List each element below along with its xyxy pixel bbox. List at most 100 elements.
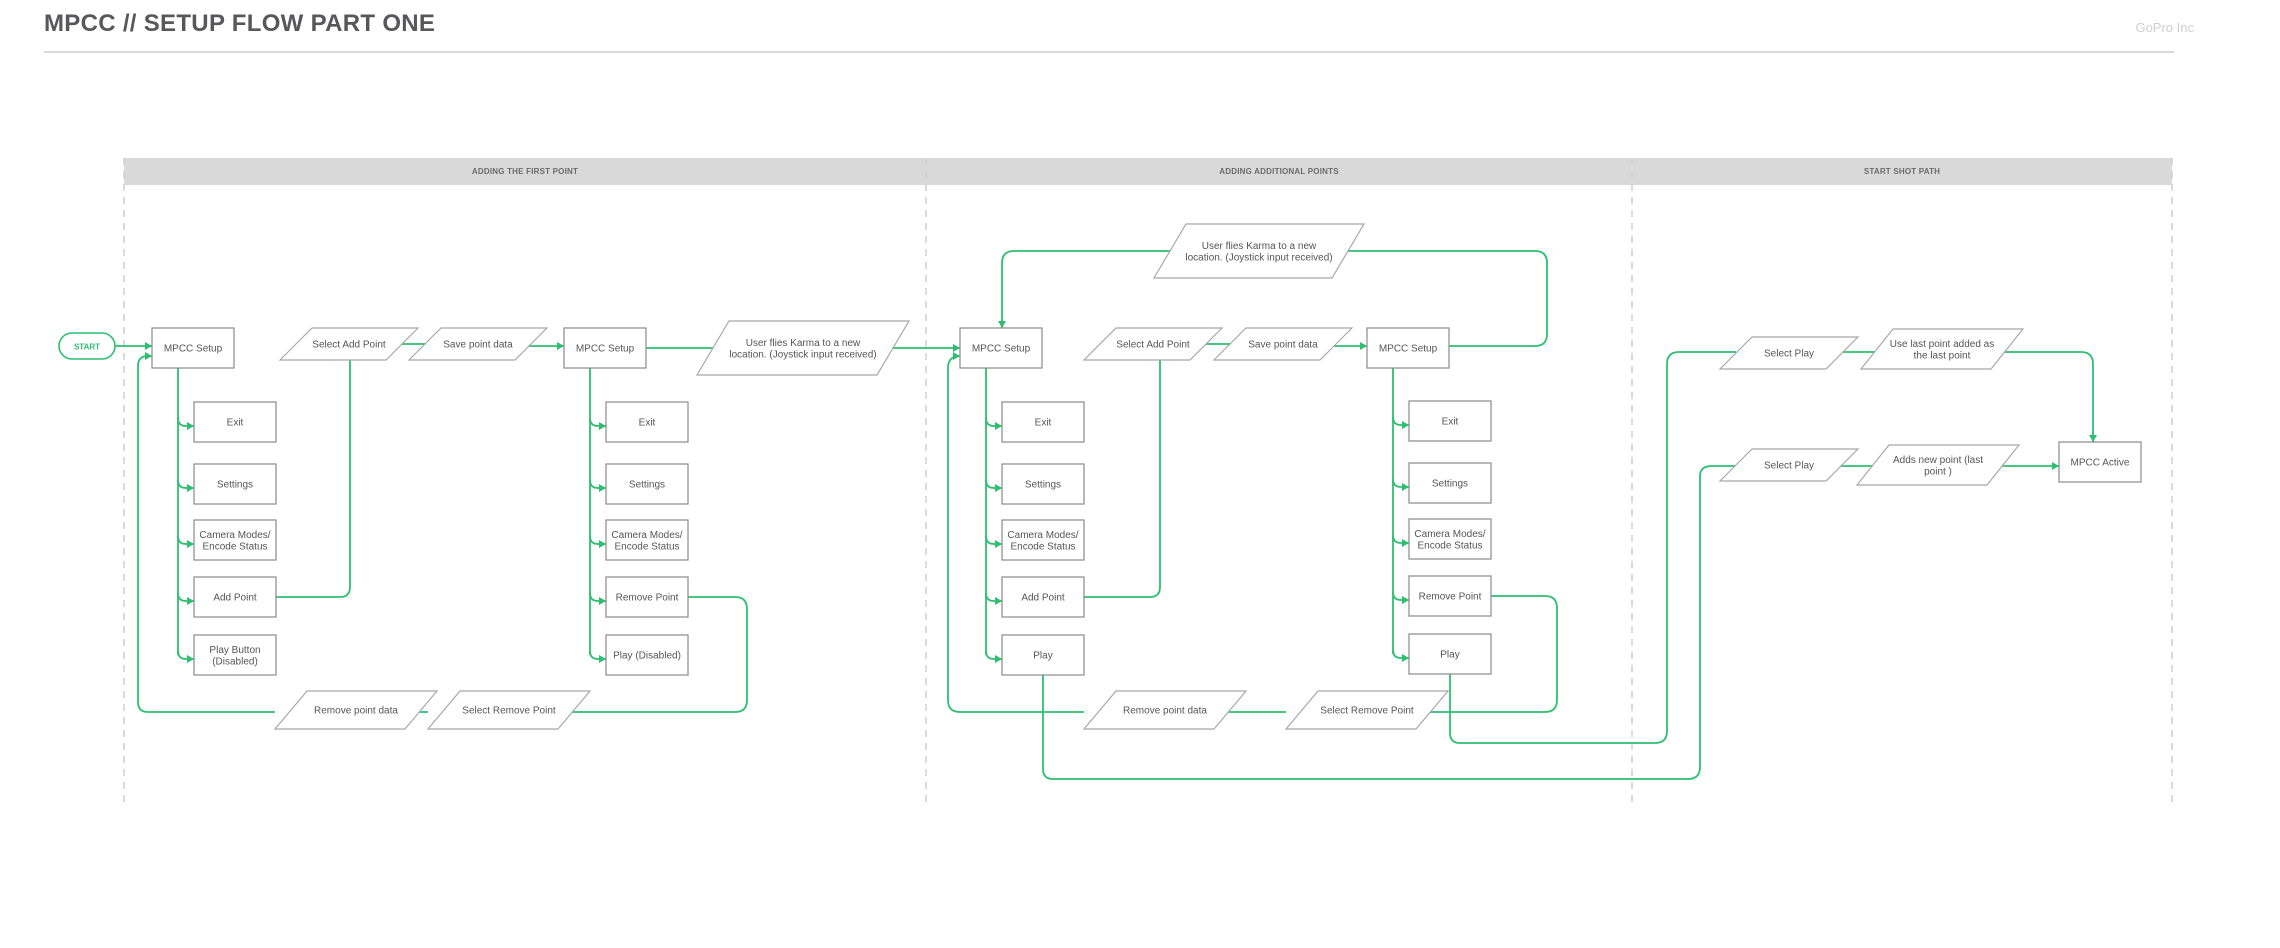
- arrow-head: [1402, 539, 1409, 547]
- arrow-head: [145, 352, 152, 360]
- node-label: location. (Joystick input received): [729, 349, 876, 360]
- node-label: Save point data: [443, 340, 513, 351]
- arrow-head: [599, 655, 606, 663]
- node-label: Camera Modes/: [611, 530, 682, 541]
- node-c-remove-data: Remove point data: [1082, 690, 1248, 730]
- connector-line: [1989, 351, 2094, 442]
- node-label: Settings: [629, 480, 665, 491]
- node-a-remove-data: Remove point data: [273, 690, 439, 730]
- arrow-head: [953, 352, 960, 360]
- node-b-settings: Settings: [605, 463, 689, 505]
- node-label: Save point data: [1248, 340, 1318, 351]
- arrow-head: [995, 540, 1002, 548]
- node-c-camera: Camera Modes/Encode Status: [1001, 519, 1085, 561]
- connector-line: [1084, 360, 1161, 598]
- node-e-use-last: Use last point added asthe last point: [1859, 328, 2025, 370]
- arrow-head: [599, 484, 606, 492]
- arrow-head: [2089, 435, 2097, 442]
- node-label: Play: [1033, 651, 1052, 662]
- arrow-head: [187, 597, 194, 605]
- arrow-head: [1360, 342, 1367, 350]
- node-label: Remove Point: [616, 593, 679, 604]
- node-label: Settings: [217, 480, 253, 491]
- node-label: Select Remove Point: [1320, 706, 1414, 717]
- arrow-head: [998, 321, 1006, 328]
- node-label: Select Add Point: [312, 340, 386, 351]
- node-label: User flies Karma to a new: [1202, 241, 1317, 252]
- node-b-camera: Camera Modes/Encode Status: [605, 519, 689, 561]
- node-label: Play (Disabled): [613, 651, 681, 662]
- arrow-head: [995, 484, 1002, 492]
- node-a-add: Add Point: [193, 576, 277, 618]
- node-label: MPCC Setup: [972, 344, 1031, 355]
- node-c-save: Save point data: [1212, 327, 1354, 361]
- node-label: Encode Status: [614, 541, 679, 552]
- node-c-add: Add Point: [1001, 576, 1085, 618]
- node-d-setup: MPCC Setup: [1366, 327, 1450, 369]
- arrow-head: [995, 422, 1002, 430]
- node-label: location. (Joystick input received): [1185, 252, 1332, 263]
- node-d-settings: Settings: [1408, 462, 1492, 504]
- node-label: MPCC Setup: [576, 344, 635, 355]
- arrow-head: [995, 597, 1002, 605]
- connector-line: [1449, 351, 1736, 744]
- node-c-sel-add: Select Add Point: [1082, 327, 1224, 361]
- node-c-settings: Settings: [1001, 463, 1085, 505]
- node-label: the last point: [1914, 350, 1971, 361]
- node-c-play: Play: [1001, 634, 1085, 676]
- connector-line: [1001, 250, 1182, 328]
- node-label: Select Add Point: [1116, 340, 1190, 351]
- node-c-exit: Exit: [1001, 401, 1085, 443]
- node-label: Settings: [1025, 480, 1061, 491]
- node-d-play: Play: [1408, 633, 1492, 675]
- node-a-save: Save point data: [407, 327, 549, 361]
- arrow-head: [187, 540, 194, 548]
- node-label: Play: [1440, 650, 1459, 661]
- node-start: START: [58, 332, 116, 360]
- node-label: MPCC Setup: [1379, 344, 1438, 355]
- arrow-head: [557, 342, 564, 350]
- node-label: Camera Modes/: [199, 530, 270, 541]
- node-label: Remove Point: [1419, 592, 1482, 603]
- node-e-sel-play2: Select Play: [1718, 448, 1860, 482]
- node-c-setup: MPCC Setup: [959, 327, 1043, 369]
- node-e-adds-new: Adds new point (lastpoint ): [1855, 444, 2021, 486]
- arrow-head: [599, 597, 606, 605]
- node-d-exit: Exit: [1408, 400, 1492, 442]
- node-label: Camera Modes/: [1007, 530, 1078, 541]
- node-label: Exit: [1035, 418, 1052, 429]
- node-a-sel-add: Select Add Point: [278, 327, 420, 361]
- node-label: Exit: [639, 418, 656, 429]
- node-label: START: [74, 343, 100, 352]
- arrow-head: [599, 540, 606, 548]
- arrow-head: [1402, 421, 1409, 429]
- node-label: MPCC Setup: [164, 344, 223, 355]
- arrow-head: [1402, 596, 1409, 604]
- node-b-flies: User flies Karma to a newlocation. (Joys…: [695, 320, 911, 376]
- arrow-head: [187, 422, 194, 430]
- node-a-setup: MPCC Setup: [151, 327, 235, 369]
- node-label: Adds new point (last: [1893, 455, 1983, 466]
- connector-line: [276, 360, 351, 598]
- arrow-head: [599, 422, 606, 430]
- node-b-exit: Exit: [605, 401, 689, 443]
- arrow-head: [995, 655, 1002, 663]
- node-label: Settings: [1432, 479, 1468, 490]
- node-a-settings: Settings: [193, 463, 277, 505]
- flow-diagram: ADDING THE FIRST POINT ADDING ADDITIONAL …: [58, 158, 2173, 808]
- node-label: Remove point data: [314, 706, 398, 717]
- node-a-play: Play Button(Disabled): [193, 634, 277, 676]
- flow-nodes: START MPCC Setup Exit Settings Camera Modes/…: [58, 223, 2142, 730]
- node-label: Encode Status: [202, 541, 267, 552]
- node-b-play: Play (Disabled): [605, 634, 689, 676]
- node-c-sel-remove: Select Remove Point: [1284, 690, 1450, 730]
- node-label: Remove point data: [1123, 706, 1207, 717]
- node-label: Play Button: [209, 645, 260, 656]
- arrow-head: [2052, 462, 2059, 470]
- node-label: Encode Status: [1010, 541, 1075, 552]
- arrow-head: [953, 344, 960, 352]
- node-label: (Disabled): [212, 656, 258, 667]
- node-label: Select Play: [1764, 349, 1814, 360]
- lane-first-title: ADDING THE FIRST POINT: [472, 167, 578, 176]
- arrow-head: [1402, 483, 1409, 491]
